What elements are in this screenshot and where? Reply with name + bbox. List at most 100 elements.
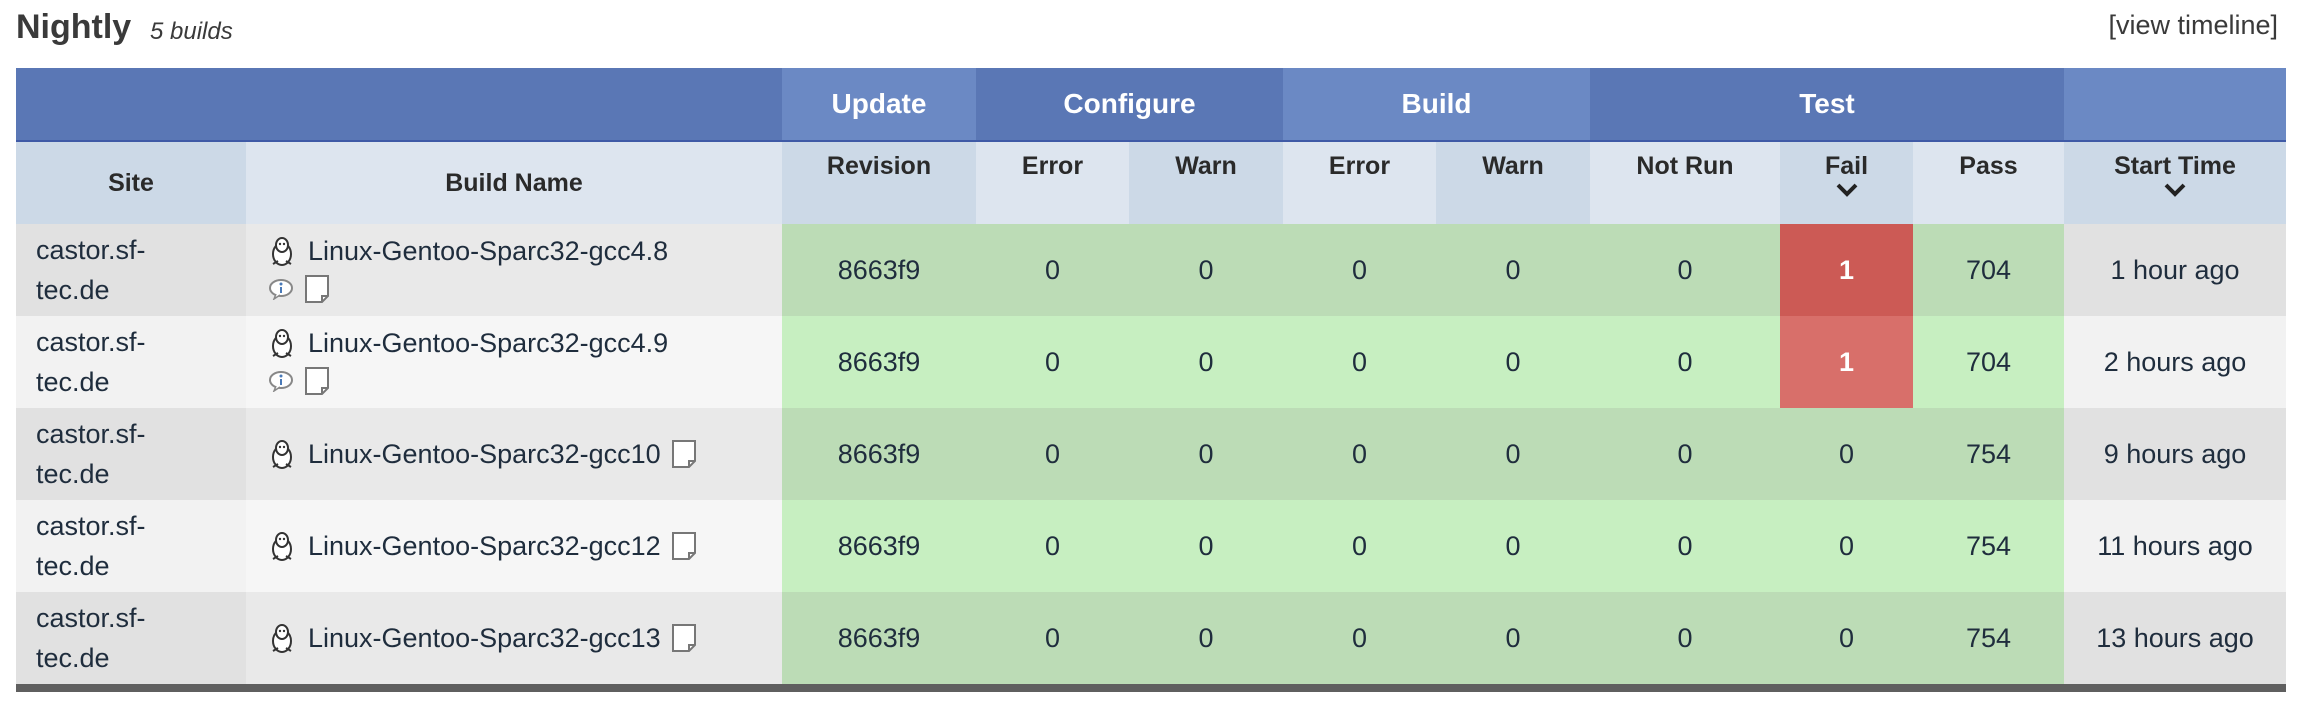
col-build-error[interactable]: Error: [1283, 141, 1436, 224]
build-error-cell[interactable]: 0: [1283, 316, 1436, 408]
note-icon[interactable]: [671, 439, 697, 469]
build-error-cell[interactable]: 0: [1283, 408, 1436, 500]
build-warn-cell[interactable]: 0: [1436, 316, 1590, 408]
group-end: [2064, 68, 2286, 142]
start-time-cell: 9 hours ago: [2064, 408, 2286, 500]
configure-warn-cell[interactable]: 0: [1129, 500, 1283, 592]
col-fail[interactable]: Fail: [1780, 141, 1913, 224]
fail-cell[interactable]: 0: [1780, 408, 1913, 500]
build-table-container: Update Configure Build Test Site Build N…: [16, 68, 2286, 692]
configure-error-cell[interactable]: 0: [976, 408, 1129, 500]
site-line-1[interactable]: castor.sf-: [36, 419, 146, 449]
not-run-cell[interactable]: 0: [1590, 316, 1780, 408]
build-name-link[interactable]: Linux-Gentoo-Sparc32-gcc12: [308, 531, 661, 562]
pass-cell[interactable]: 704: [1913, 316, 2064, 408]
start-time-cell: 2 hours ago: [2064, 316, 2286, 408]
configure-error-cell[interactable]: 0: [976, 316, 1129, 408]
build-warn-cell[interactable]: 0: [1436, 224, 1590, 316]
site-line-2[interactable]: tec.de: [36, 643, 110, 673]
build-name-link[interactable]: Linux-Gentoo-Sparc32-gcc13: [308, 623, 661, 654]
site-line-2[interactable]: tec.de: [36, 551, 110, 581]
configure-error-cell[interactable]: 0: [976, 224, 1129, 316]
col-start-time[interactable]: Start Time: [2064, 141, 2286, 224]
col-build-name[interactable]: Build Name: [246, 141, 782, 224]
site-line-2[interactable]: tec.de: [36, 459, 110, 489]
build-error-cell[interactable]: 0: [1283, 592, 1436, 684]
build-table: Update Configure Build Test Site Build N…: [16, 68, 2286, 684]
col-fail-label: Fail: [1824, 152, 1869, 180]
site-cell[interactable]: castor.sf-tec.de: [16, 316, 246, 408]
configure-warn-cell[interactable]: 0: [1129, 408, 1283, 500]
configure-warn-cell[interactable]: 0: [1129, 316, 1283, 408]
group-build: Build: [1283, 68, 1590, 142]
info-icon[interactable]: [268, 278, 296, 300]
site-line-1[interactable]: castor.sf-: [36, 327, 146, 357]
build-name-link[interactable]: Linux-Gentoo-Sparc32-gcc4.8: [308, 236, 668, 267]
table-row: castor.sf-tec.de Linux-Gentoo-Sparc32-gc…: [16, 316, 2286, 408]
not-run-cell[interactable]: 0: [1590, 224, 1780, 316]
revision-cell[interactable]: 8663f9: [782, 500, 976, 592]
note-icon[interactable]: [671, 623, 697, 653]
pass-cell[interactable]: 704: [1913, 224, 2064, 316]
site-cell[interactable]: castor.sf-tec.de: [16, 500, 246, 592]
revision-cell[interactable]: 8663f9: [782, 224, 976, 316]
col-revision[interactable]: Revision: [782, 141, 976, 224]
site-line-2[interactable]: tec.de: [36, 367, 110, 397]
build-name-cell: Linux-Gentoo-Sparc32-gcc4.9: [246, 316, 782, 408]
configure-error-cell[interactable]: 0: [976, 592, 1129, 684]
configure-warn-cell[interactable]: 0: [1129, 224, 1283, 316]
start-time-cell: 11 hours ago: [2064, 500, 2286, 592]
table-row: castor.sf-tec.de Linux-Gentoo-Sparc32-gc…: [16, 408, 2286, 500]
note-icon[interactable]: [304, 366, 330, 396]
build-name-link[interactable]: Linux-Gentoo-Sparc32-gcc10: [308, 439, 661, 470]
group-configure: Configure: [976, 68, 1283, 142]
pass-cell[interactable]: 754: [1913, 408, 2064, 500]
col-site[interactable]: Site: [16, 141, 246, 224]
fail-cell[interactable]: 0: [1780, 592, 1913, 684]
table-row: castor.sf-tec.de Linux-Gentoo-Sparc32-gc…: [16, 224, 2286, 316]
not-run-cell[interactable]: 0: [1590, 592, 1780, 684]
revision-cell[interactable]: 8663f9: [782, 408, 976, 500]
revision-cell[interactable]: 8663f9: [782, 592, 976, 684]
build-error-cell[interactable]: 0: [1283, 224, 1436, 316]
fail-cell[interactable]: 0: [1780, 500, 1913, 592]
not-run-cell[interactable]: 0: [1590, 500, 1780, 592]
site-line-1[interactable]: castor.sf-: [36, 603, 146, 633]
fail-cell[interactable]: 1: [1780, 316, 1913, 408]
linux-penguin-icon: [272, 624, 292, 653]
site-cell[interactable]: castor.sf-tec.de: [16, 224, 246, 316]
fail-cell[interactable]: 1: [1780, 224, 1913, 316]
note-icon[interactable]: [671, 531, 697, 561]
build-count: 5 builds: [150, 18, 233, 45]
col-configure-warn[interactable]: Warn: [1129, 141, 1283, 224]
build-name-cell: Linux-Gentoo-Sparc32-gcc12: [246, 500, 782, 592]
col-build-warn[interactable]: Warn: [1436, 141, 1590, 224]
pass-cell[interactable]: 754: [1913, 500, 2064, 592]
build-warn-cell[interactable]: 0: [1436, 408, 1590, 500]
build-name-link[interactable]: Linux-Gentoo-Sparc32-gcc4.9: [308, 328, 668, 359]
configure-error-cell[interactable]: 0: [976, 500, 1129, 592]
col-pass[interactable]: Pass: [1913, 141, 2064, 224]
note-icon[interactable]: [304, 274, 330, 304]
site-line-1[interactable]: castor.sf-: [36, 235, 146, 265]
site-line-1[interactable]: castor.sf-: [36, 511, 146, 541]
linux-penguin-icon: [272, 440, 292, 469]
build-error-cell[interactable]: 0: [1283, 500, 1436, 592]
site-cell[interactable]: castor.sf-tec.de: [16, 408, 246, 500]
table-row: castor.sf-tec.de Linux-Gentoo-Sparc32-gc…: [16, 500, 2286, 592]
configure-warn-cell[interactable]: 0: [1129, 592, 1283, 684]
build-warn-cell[interactable]: 0: [1436, 500, 1590, 592]
group-header-row: Update Configure Build Test: [16, 68, 2286, 142]
col-configure-error[interactable]: Error: [976, 141, 1129, 224]
info-icon[interactable]: [268, 370, 296, 392]
site-line-2[interactable]: tec.de: [36, 275, 110, 305]
col-not-run[interactable]: Not Run: [1590, 141, 1780, 224]
pass-cell[interactable]: 754: [1913, 592, 2064, 684]
not-run-cell[interactable]: 0: [1590, 408, 1780, 500]
view-timeline-link[interactable]: [view timeline]: [2108, 10, 2278, 41]
page-title: Nightly: [16, 8, 132, 46]
build-warn-cell[interactable]: 0: [1436, 592, 1590, 684]
group-update: Update: [782, 68, 976, 142]
site-cell[interactable]: castor.sf-tec.de: [16, 592, 246, 684]
revision-cell[interactable]: 8663f9: [782, 316, 976, 408]
